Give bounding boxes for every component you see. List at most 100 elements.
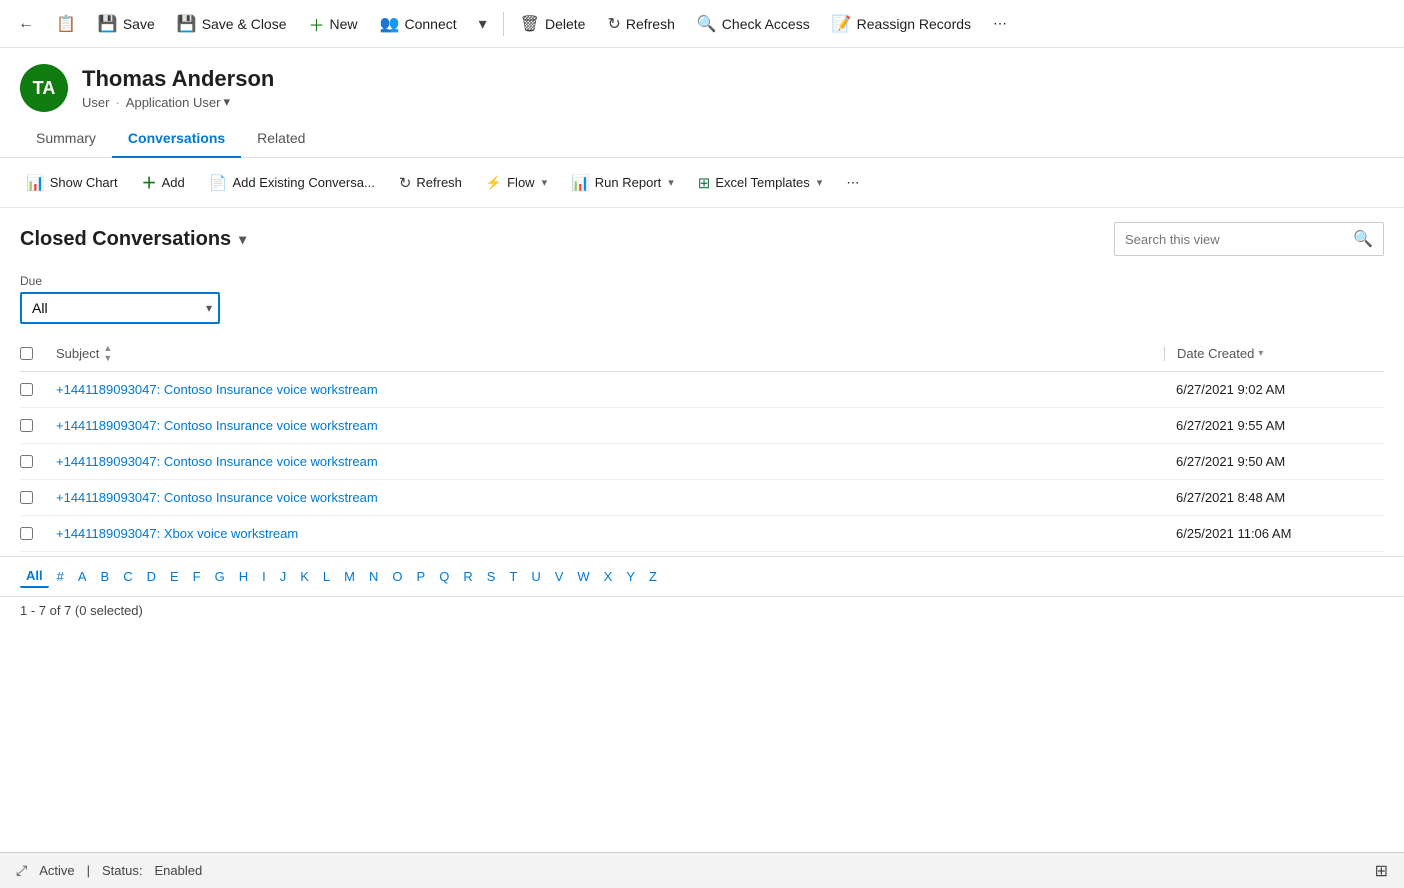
alpha-item-#[interactable]: # xyxy=(51,566,70,587)
connect-dropdown-button[interactable]: ▾ xyxy=(469,8,497,40)
back-icon: ← xyxy=(18,15,34,33)
alpha-item-t[interactable]: T xyxy=(503,566,523,587)
run-report-chevron-icon: ▾ xyxy=(668,176,674,189)
run-report-button[interactable]: 📊 Run Report ▾ xyxy=(561,168,684,198)
due-filter-select[interactable]: All Today This Week This Month xyxy=(20,292,220,324)
alpha-item-k[interactable]: K xyxy=(294,566,315,587)
alpha-item-z[interactable]: Z xyxy=(643,566,663,587)
record-subtype-dropdown[interactable]: Application User ▾ xyxy=(126,94,230,110)
alpha-item-j[interactable]: J xyxy=(274,566,293,587)
sub-refresh-button[interactable]: ↻ Refresh xyxy=(389,168,472,198)
row-subject-0[interactable]: +1441189093047: Contoso Insurance voice … xyxy=(56,382,1164,397)
chart-icon: 📊 xyxy=(26,174,45,192)
tab-related[interactable]: Related xyxy=(241,120,321,158)
sort-up-icon: ▲ xyxy=(103,344,112,353)
form-icon-button[interactable]: 📋 xyxy=(46,8,86,40)
alpha-item-s[interactable]: S xyxy=(481,566,502,587)
grid-icon: ⊞ xyxy=(1375,863,1388,880)
alpha-item-c[interactable]: C xyxy=(117,566,138,587)
alpha-item-x[interactable]: X xyxy=(598,566,619,587)
save-close-icon: 💾 xyxy=(177,14,197,34)
subject-sort-icons: ▲ ▼ xyxy=(103,344,112,363)
more-button[interactable]: ⋯ xyxy=(983,9,1017,38)
alpha-item-n[interactable]: N xyxy=(363,566,384,587)
select-all-checkbox[interactable] xyxy=(20,347,33,360)
alpha-item-a[interactable]: A xyxy=(72,566,93,587)
alpha-item-h[interactable]: H xyxy=(233,566,254,587)
refresh-icon: ↻ xyxy=(607,14,620,34)
record-name: Thomas Anderson xyxy=(82,66,274,92)
delete-icon: 🗑 xyxy=(520,14,540,34)
save-close-button[interactable]: 💾 Save & Close xyxy=(167,8,297,40)
view-title-chevron-icon[interactable]: ▾ xyxy=(239,231,246,248)
pagination-info: 1 - 7 of 7 (0 selected) xyxy=(0,596,1404,624)
add-existing-button[interactable]: 📄 Add Existing Conversa... xyxy=(199,168,385,198)
excel-chevron-icon: ▾ xyxy=(817,176,823,189)
alpha-item-u[interactable]: U xyxy=(525,566,546,587)
row-subject-3[interactable]: +1441189093047: Contoso Insurance voice … xyxy=(56,490,1164,505)
row-subject-1[interactable]: +1441189093047: Contoso Insurance voice … xyxy=(56,418,1164,433)
status-label: Status: xyxy=(102,863,142,878)
row-checkbox-1[interactable] xyxy=(20,419,33,432)
alpha-item-b[interactable]: B xyxy=(95,566,116,587)
status-active: Active xyxy=(39,863,74,878)
row-date-4: 6/25/2021 11:06 AM xyxy=(1164,526,1384,541)
col-header-date[interactable]: Date Created ▾ xyxy=(1164,346,1384,361)
status-bar-icon: ⤢ xyxy=(16,862,27,879)
alpha-item-f[interactable]: F xyxy=(187,566,207,587)
flow-icon: ⚡ xyxy=(486,175,502,191)
row-checkbox-0[interactable] xyxy=(20,383,33,396)
show-chart-button[interactable]: 📊 Show Chart xyxy=(16,168,128,198)
reassign-button[interactable]: 📝 Reassign Records xyxy=(822,8,981,40)
row-subject-4[interactable]: +1441189093047: Xbox voice workstream xyxy=(56,526,1164,541)
row-checkbox-3[interactable] xyxy=(20,491,33,504)
tab-conversations[interactable]: Conversations xyxy=(112,120,241,158)
record-info: Thomas Anderson User · Application User … xyxy=(82,66,274,110)
alpha-item-l[interactable]: L xyxy=(317,566,336,587)
alpha-item-w[interactable]: W xyxy=(571,566,595,587)
form-icon: 📋 xyxy=(56,14,76,34)
col-header-subject[interactable]: Subject ▲ ▼ xyxy=(56,344,1164,363)
tab-summary[interactable]: Summary xyxy=(20,120,112,158)
refresh-button[interactable]: ↻ Refresh xyxy=(597,8,684,40)
add-button[interactable]: ＋ Add xyxy=(132,166,195,199)
flow-chevron-icon: ▾ xyxy=(542,176,548,189)
delete-button[interactable]: 🗑 Delete xyxy=(510,8,596,40)
alpha-item-e[interactable]: E xyxy=(164,566,185,587)
row-checkbox-cell-3 xyxy=(20,491,56,504)
search-icon: 🔍 xyxy=(1353,231,1373,248)
alpha-item-r[interactable]: R xyxy=(457,566,478,587)
alpha-item-d[interactable]: D xyxy=(141,566,162,587)
add-icon: ＋ xyxy=(142,172,157,193)
check-access-button[interactable]: 🔍 Check Access xyxy=(687,8,820,40)
flow-button[interactable]: ⚡ Flow ▾ xyxy=(476,169,557,197)
row-checkbox-2[interactable] xyxy=(20,455,33,468)
alpha-item-all[interactable]: All xyxy=(20,565,49,588)
alpha-item-v[interactable]: V xyxy=(549,566,570,587)
row-checkbox-4[interactable] xyxy=(20,527,33,540)
alpha-item-o[interactable]: O xyxy=(386,566,408,587)
table-row: +1441189093047: Contoso Insurance voice … xyxy=(20,372,1384,408)
alpha-item-q[interactable]: Q xyxy=(433,566,455,587)
alpha-item-p[interactable]: P xyxy=(411,566,432,587)
header-checkbox-cell xyxy=(20,347,56,360)
record-header: TA Thomas Anderson User · Application Us… xyxy=(0,48,1404,120)
row-subject-2[interactable]: +1441189093047: Contoso Insurance voice … xyxy=(56,454,1164,469)
new-button[interactable]: ＋ New xyxy=(299,6,368,42)
back-button[interactable]: ← xyxy=(8,9,44,39)
alpha-item-g[interactable]: G xyxy=(209,566,231,587)
save-button[interactable]: 💾 Save xyxy=(88,8,165,40)
alpha-item-y[interactable]: Y xyxy=(620,566,641,587)
filter-area: Due All Today This Week This Month ▾ xyxy=(0,266,1404,336)
excel-templates-button[interactable]: ⊞ Excel Templates ▾ xyxy=(688,168,833,198)
avatar: TA xyxy=(20,64,68,112)
excel-icon: ⊞ xyxy=(698,174,711,192)
row-date-1: 6/27/2021 9:55 AM xyxy=(1164,418,1384,433)
alpha-item-m[interactable]: M xyxy=(338,566,361,587)
search-button[interactable]: 🔍 xyxy=(1343,223,1383,255)
alpha-item-i[interactable]: I xyxy=(256,566,272,587)
search-input[interactable] xyxy=(1115,226,1343,253)
check-access-icon: 🔍 xyxy=(697,14,717,34)
sub-more-button[interactable]: ⋯ xyxy=(836,169,869,197)
connect-button[interactable]: 👥 Connect xyxy=(370,8,467,40)
